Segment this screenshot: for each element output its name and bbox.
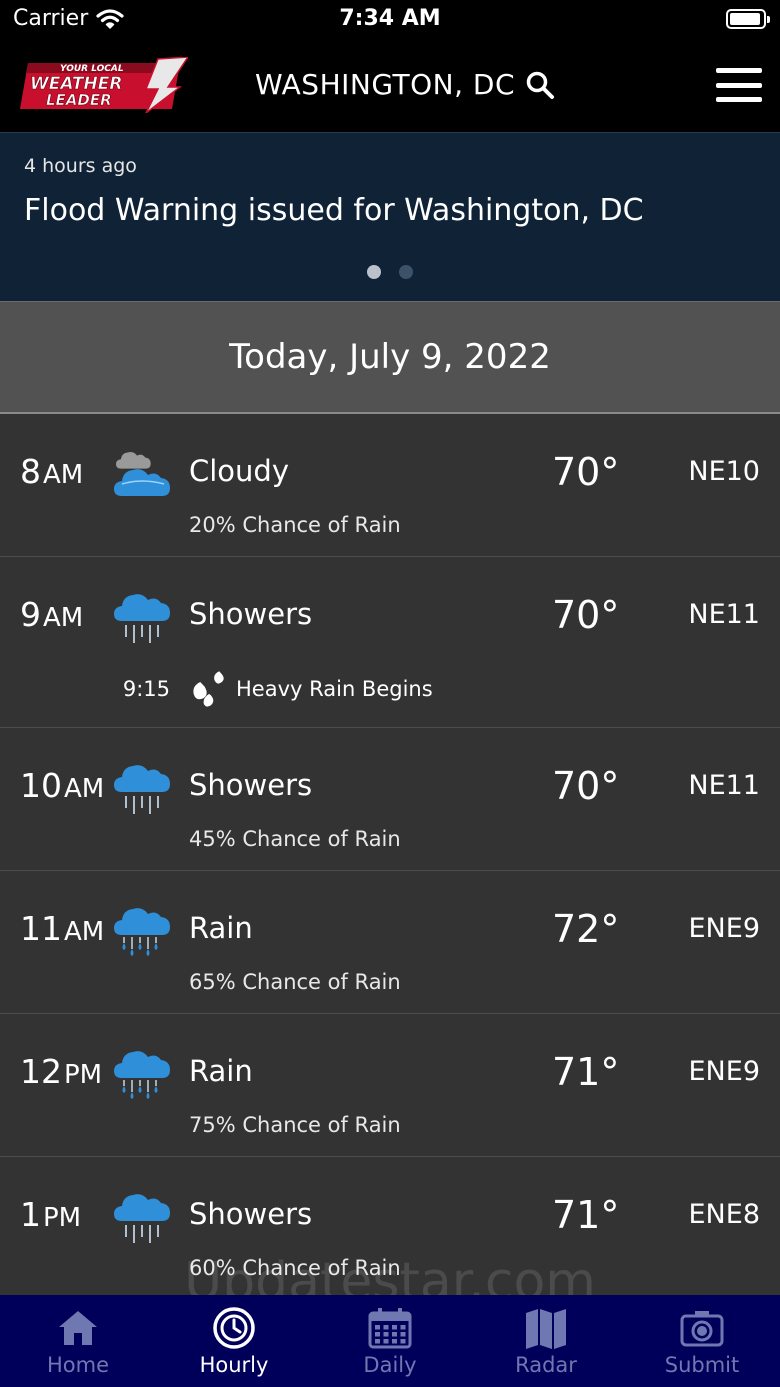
temperature: 70° [552,764,620,808]
hourly-row[interactable]: 11AM Rain 72° ENE9 65% Chance of Rain [0,871,780,1014]
menu-line [716,68,762,73]
partly-cloudy-icon [112,446,172,502]
condition-label: Showers [189,597,313,631]
tab-label: Submit [664,1353,740,1377]
wind: NE10 [688,456,760,487]
hour-time: 11AM [20,909,104,948]
bottom-tab-bar: Home Hourly Daily Radar Submit [0,1295,780,1387]
hour-period: AM [64,917,105,947]
logo-line-1: YOUR LOCAL [60,64,124,74]
event-time: 9:15 [122,677,170,701]
battery-level [730,13,761,25]
showers-icon [112,589,172,645]
tab-daily[interactable]: Daily [312,1295,468,1387]
alert-title: Flood Warning issued for Washington, DC [24,193,644,228]
hourly-row[interactable]: 9AM Showers 70° NE11 9:15 Heavy Rain Beg… [0,557,780,728]
calendar-icon [368,1308,412,1349]
hour-period: AM [43,460,84,490]
hour-time: 9AM [20,595,83,634]
page-dot[interactable] [399,265,413,279]
hour-value: 8 [20,452,41,491]
hour-value: 10 [20,766,62,805]
event-text: Heavy Rain Begins [236,677,433,701]
tab-label: Home [46,1353,109,1377]
temperature: 70° [552,450,620,494]
hour-period: AM [64,774,105,804]
showers-icon [112,1189,172,1245]
weather-leader-logo[interactable]: YOUR LOCAL WEATHER LEADER [20,57,188,113]
tab-label: Radar [515,1353,577,1377]
menu-line [716,97,762,102]
condition-label: Showers [189,768,313,802]
camera-icon [680,1311,724,1347]
hour-value: 11 [20,909,62,948]
hour-value: 12 [20,1052,62,1091]
status-bar: Carrier 7:34 AM [0,0,780,40]
clock-icon [213,1307,255,1349]
status-time: 7:34 AM [339,6,441,31]
condition-label: Rain [189,1054,253,1088]
condition-label: Cloudy [189,454,289,488]
rain-icon [112,1046,172,1102]
rain-chance: 75% Chance of Rain [189,1113,401,1137]
page-dot[interactable] [367,265,381,279]
temperature: 71° [552,1193,620,1237]
temperature: 70° [552,593,620,637]
map-icon [526,1309,566,1349]
location-selector[interactable]: WASHINGTON, DC [255,68,555,101]
alert-page-indicator[interactable] [0,265,780,279]
rain-chance: 45% Chance of Rain [189,827,401,851]
heavy-rain-drops-icon [190,669,226,707]
tab-radar[interactable]: Radar [468,1295,624,1387]
menu-line [716,82,762,88]
hour-time: 8AM [20,452,83,491]
tab-label: Daily [363,1353,417,1377]
hourly-forecast-list[interactable]: 8AM Cloudy 70° NE10 20% Chance of Rain 9A… [0,414,780,1295]
weather-event: 9:15 Heavy Rain Begins [0,669,780,709]
wind: NE11 [688,770,760,801]
hour-time: 1PM [20,1195,81,1234]
rain-chance: 60% Chance of Rain [189,1256,401,1280]
hour-value: 9 [20,595,41,634]
date-header: Today, July 9, 2022 [0,301,780,414]
app-header: YOUR LOCAL WEATHER LEADER WASHINGTON, DC [0,40,780,132]
hamburger-menu-icon[interactable] [716,68,762,102]
rain-chance: 20% Chance of Rain [189,513,401,537]
wind: ENE8 [688,1199,761,1230]
tab-submit[interactable]: Submit [624,1295,780,1387]
hourly-row[interactable]: 8AM Cloudy 70° NE10 20% Chance of Rain [0,414,780,557]
home-icon [59,1311,97,1345]
hourly-row[interactable]: 10AM Showers 70° NE11 45% Chance of Rain [0,728,780,871]
logo-line-3: LEADER [46,91,112,109]
wind: ENE9 [688,1056,761,1087]
hourly-row[interactable]: 1PM Showers 71° ENE8 60% Chance of Rain [0,1157,780,1295]
hour-period: PM [43,1203,82,1233]
hour-period: AM [43,603,84,633]
temperature: 72° [552,907,620,951]
rain-icon [112,903,172,959]
tab-home[interactable]: Home [0,1295,156,1387]
temperature: 71° [552,1050,620,1094]
showers-icon [112,760,172,816]
hour-time: 12PM [20,1052,102,1091]
battery-icon [726,9,770,29]
tab-label: Hourly [199,1353,269,1377]
condition-label: Showers [189,1197,313,1231]
hour-period: PM [64,1060,103,1090]
hourly-row[interactable]: 12PM Rain 71° ENE9 75% Chance of Rain [0,1014,780,1157]
hour-time: 10AM [20,766,104,805]
hour-value: 1 [20,1195,41,1234]
alert-time-ago: 4 hours ago [24,155,137,177]
rain-chance: 65% Chance of Rain [189,970,401,994]
tab-hourly[interactable]: Hourly [156,1295,312,1387]
location-name: WASHINGTON, DC [255,68,516,101]
weather-alert-banner[interactable]: 4 hours ago Flood Warning issued for Was… [0,132,780,301]
search-icon [526,71,555,99]
wind: NE11 [688,599,760,630]
wind: ENE9 [688,913,761,944]
condition-label: Rain [189,911,253,945]
